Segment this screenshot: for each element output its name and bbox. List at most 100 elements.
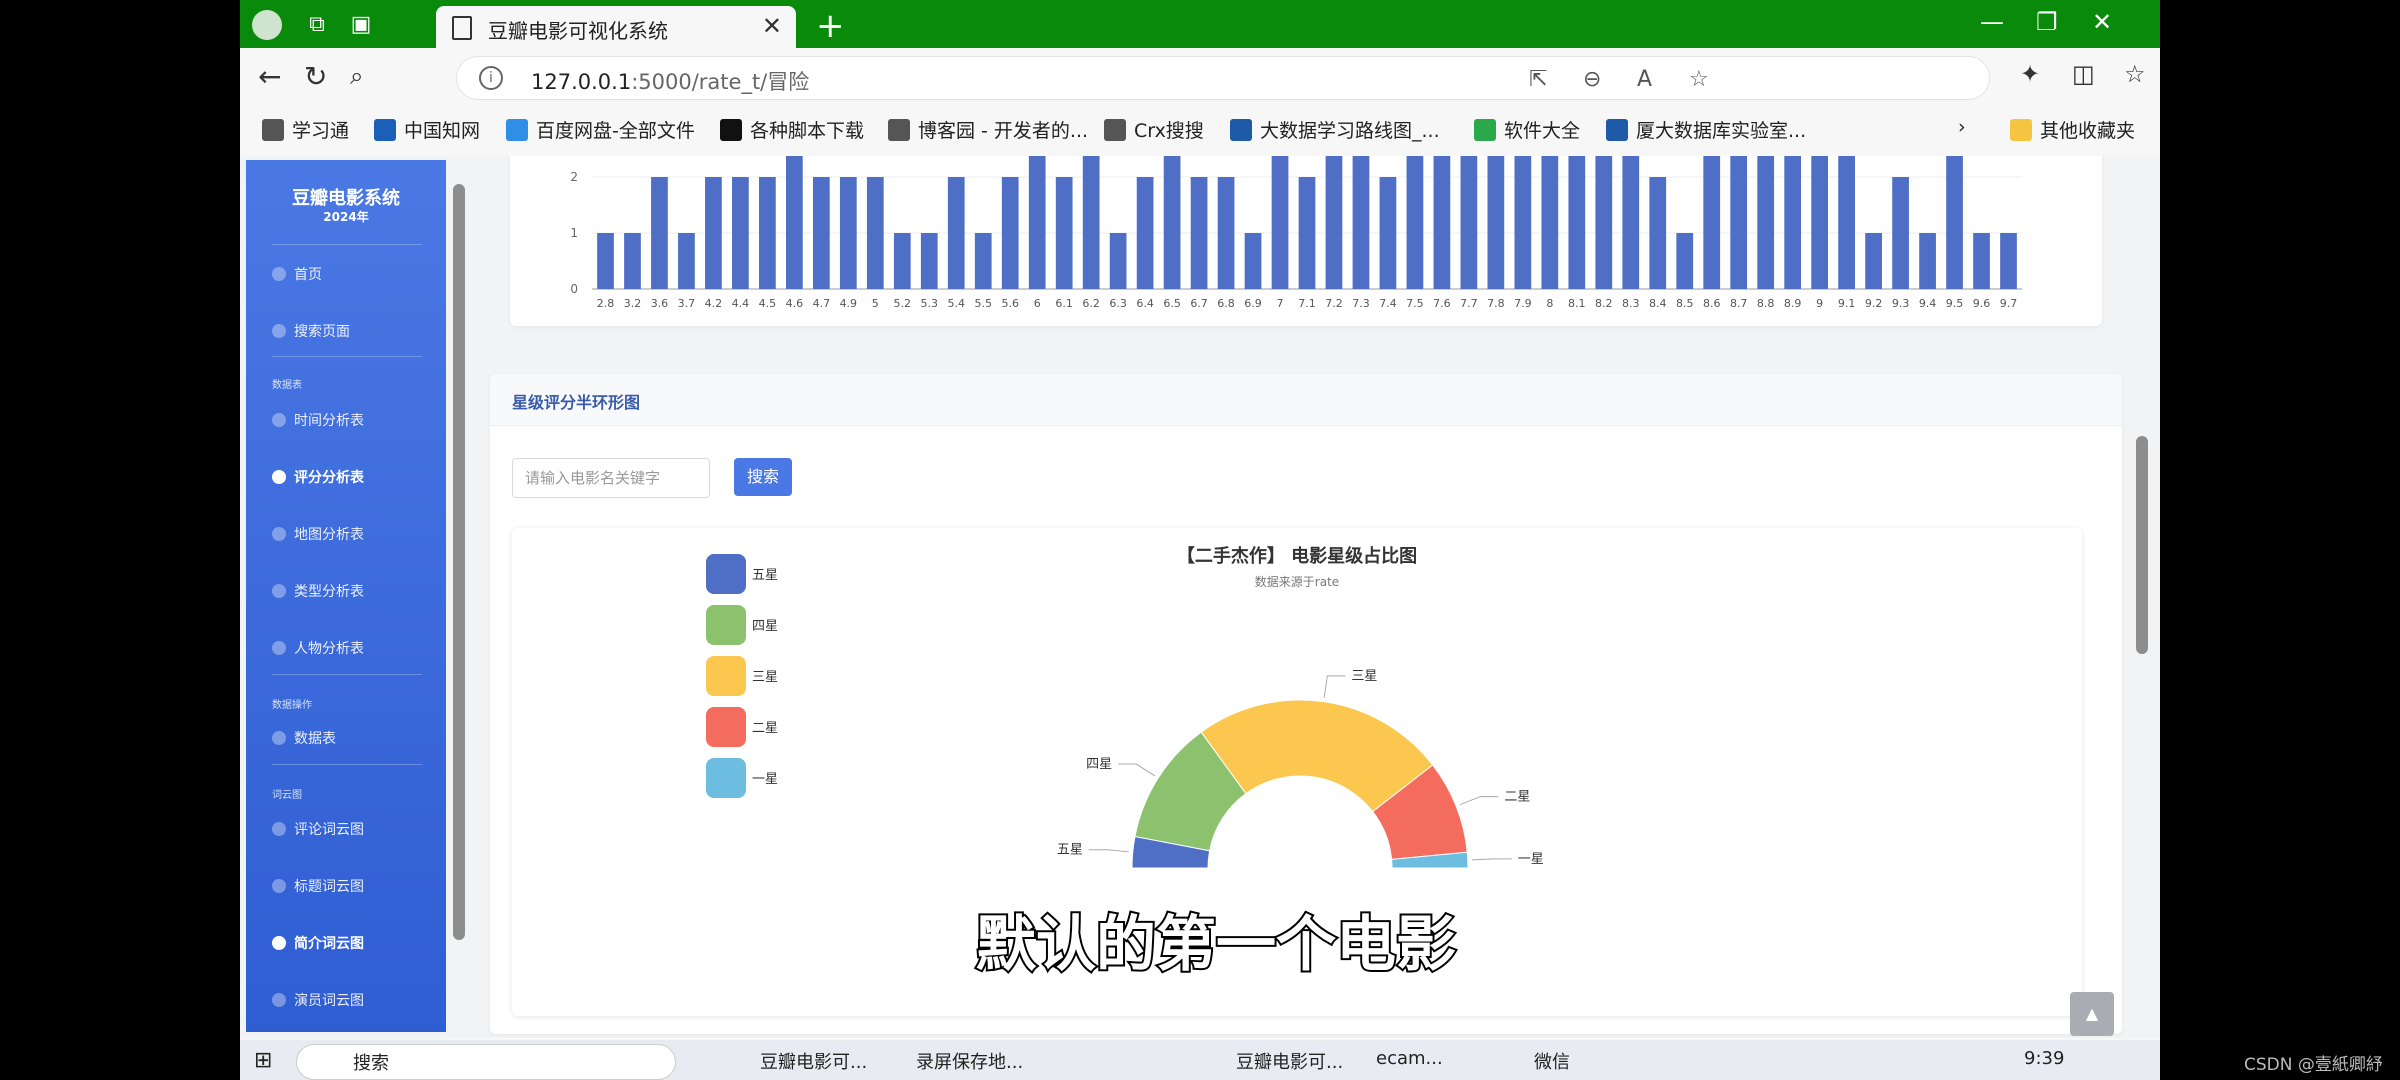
bar[interactable] — [651, 177, 668, 289]
legend-label[interactable]: 五星 — [752, 568, 778, 583]
close-tab-icon[interactable]: ✕ — [762, 12, 782, 40]
sidebar-item-home[interactable]: 首页 — [272, 264, 322, 284]
legend-swatch[interactable] — [706, 758, 746, 798]
tab-actions-icon[interactable]: ▣ — [346, 10, 376, 40]
extensions-icon[interactable]: ✦ — [2020, 60, 2040, 88]
bar[interactable] — [1136, 177, 1154, 289]
bar[interactable] — [839, 177, 857, 289]
zoom-icon[interactable]: ⊖ — [1583, 67, 1601, 92]
bar[interactable] — [1919, 233, 1936, 289]
taskbar-item[interactable]: ecam... — [1376, 1048, 1443, 1069]
bar[interactable] — [1892, 177, 1909, 289]
bar[interactable] — [1379, 177, 1397, 289]
sidebar-item-type[interactable]: 类型分析表 — [272, 581, 364, 601]
legend-label[interactable]: 一星 — [752, 772, 778, 787]
taskbar-item[interactable]: 豆瓣电影可... — [760, 1048, 867, 1074]
search-icon[interactable]: ⌕ — [350, 62, 363, 90]
bookmark-item[interactable]: 博客园 - 开发者的... — [888, 116, 1088, 143]
sidebar-scrollbar[interactable] — [453, 184, 465, 940]
legend-swatch[interactable] — [706, 554, 746, 594]
bar[interactable] — [866, 177, 884, 289]
bar[interactable] — [1325, 156, 1343, 289]
bar[interactable] — [1055, 177, 1073, 289]
bar[interactable] — [974, 233, 992, 289]
bar[interactable] — [1595, 156, 1613, 289]
legend-label[interactable]: 三星 — [752, 670, 778, 685]
bar[interactable] — [1568, 156, 1586, 289]
bar[interactable] — [1946, 156, 1963, 289]
taskbar-search[interactable]: 搜索 — [296, 1044, 676, 1080]
sidebar-item-actor-cloud[interactable]: 演员词云图 — [272, 990, 364, 1010]
caret-up-icon[interactable]: ▲ — [2070, 992, 2114, 1036]
bar[interactable] — [1163, 156, 1181, 289]
bar[interactable] — [1244, 233, 1262, 289]
new-tab-icon[interactable]: + — [816, 6, 845, 46]
sidebar-item-data[interactable]: 数据表 — [272, 728, 336, 748]
bar[interactable] — [1784, 156, 1802, 289]
taskbar-item[interactable]: 豆瓣电影可... — [1236, 1048, 1343, 1074]
close-window-icon[interactable]: ✕ — [2092, 8, 2112, 36]
bar[interactable] — [678, 233, 695, 289]
bar[interactable] — [785, 156, 803, 289]
bar[interactable] — [1460, 156, 1478, 289]
sidebar-item-time[interactable]: 时间分析表 — [272, 410, 364, 430]
bar[interactable] — [1730, 156, 1748, 289]
sidebar-item-comment-cloud[interactable]: 评论词云图 — [272, 819, 364, 839]
bar[interactable] — [1001, 177, 1019, 289]
bar[interactable] — [1838, 156, 1855, 289]
bar[interactable] — [1217, 177, 1235, 289]
open-in-app-icon[interactable]: ⇱ — [1529, 67, 1547, 92]
legend-swatch[interactable] — [706, 656, 746, 696]
search-input[interactable]: 请输入电影名关键字 — [512, 458, 710, 498]
address-bar[interactable]: i 127.0.0.1:5000/rate_t/冒险 ⇱ ⊖ A ☆ — [456, 56, 1990, 100]
sidebar-item-map[interactable]: 地图分析表 — [272, 524, 364, 544]
bar[interactable] — [1676, 233, 1694, 289]
back-icon[interactable]: ← — [258, 60, 281, 93]
sidebar-item-search[interactable]: 搜索页面 — [272, 321, 350, 341]
legend-label[interactable]: 四星 — [752, 619, 778, 634]
bookmark-item[interactable]: 厦大数据库实验室... — [1606, 116, 1806, 143]
bar[interactable] — [812, 177, 830, 289]
favorites-icon[interactable]: ☆ — [2124, 60, 2146, 88]
legend-label[interactable]: 二星 — [752, 721, 778, 736]
bar[interactable] — [1109, 233, 1127, 289]
bar[interactable] — [732, 177, 749, 289]
bar[interactable] — [624, 233, 641, 289]
tab-active[interactable]: 豆瓣电影可视化系统 ✕ — [436, 6, 796, 48]
bar[interactable] — [1298, 177, 1316, 289]
legend-swatch[interactable] — [706, 707, 746, 747]
bookmark-item[interactable]: 大数据学习路线图_... — [1230, 116, 1440, 143]
bookmark-item[interactable]: 软件大全 — [1474, 116, 1580, 143]
bookmark-item[interactable]: 百度网盘-全部文件 — [506, 116, 695, 143]
workspaces-icon[interactable]: ⧉ — [302, 10, 332, 40]
bar[interactable] — [2000, 233, 2017, 289]
bar[interactable] — [920, 233, 938, 289]
bar[interactable] — [1406, 156, 1424, 289]
bar[interactable] — [1028, 156, 1046, 289]
restore-icon[interactable]: ❐ — [2036, 8, 2058, 36]
sidebar-item-intro-cloud[interactable]: 简介词云图 — [272, 933, 364, 953]
legend-swatch[interactable] — [706, 605, 746, 645]
sidebar-item-rate[interactable]: 评分分析表 — [272, 467, 364, 487]
bar[interactable] — [893, 233, 911, 289]
bar[interactable] — [1865, 233, 1882, 289]
other-bookmarks[interactable]: 其他收藏夹 — [2010, 116, 2135, 143]
sidebar-item-people[interactable]: 人物分析表 — [272, 638, 364, 658]
bar[interactable] — [759, 177, 776, 289]
bookmark-item[interactable]: 各种脚本下载 — [720, 116, 864, 143]
bar[interactable] — [1082, 156, 1100, 289]
reload-icon[interactable]: ↻ — [304, 60, 327, 93]
bar[interactable] — [1649, 177, 1667, 289]
bar[interactable] — [1433, 156, 1451, 289]
bar[interactable] — [1352, 156, 1370, 289]
minimize-icon[interactable]: — — [1980, 8, 2004, 36]
bar[interactable] — [1973, 233, 1990, 289]
favorite-star-icon[interactable]: ☆ — [1689, 67, 1709, 92]
windows-start-icon[interactable]: ⊞ — [254, 1048, 272, 1073]
read-aloud-icon[interactable]: A — [1637, 67, 1652, 92]
bar[interactable] — [597, 233, 614, 289]
bar[interactable] — [1622, 156, 1640, 289]
bar[interactable] — [1190, 177, 1208, 289]
profile-avatar-icon[interactable] — [252, 10, 282, 40]
bar[interactable] — [1757, 156, 1775, 289]
